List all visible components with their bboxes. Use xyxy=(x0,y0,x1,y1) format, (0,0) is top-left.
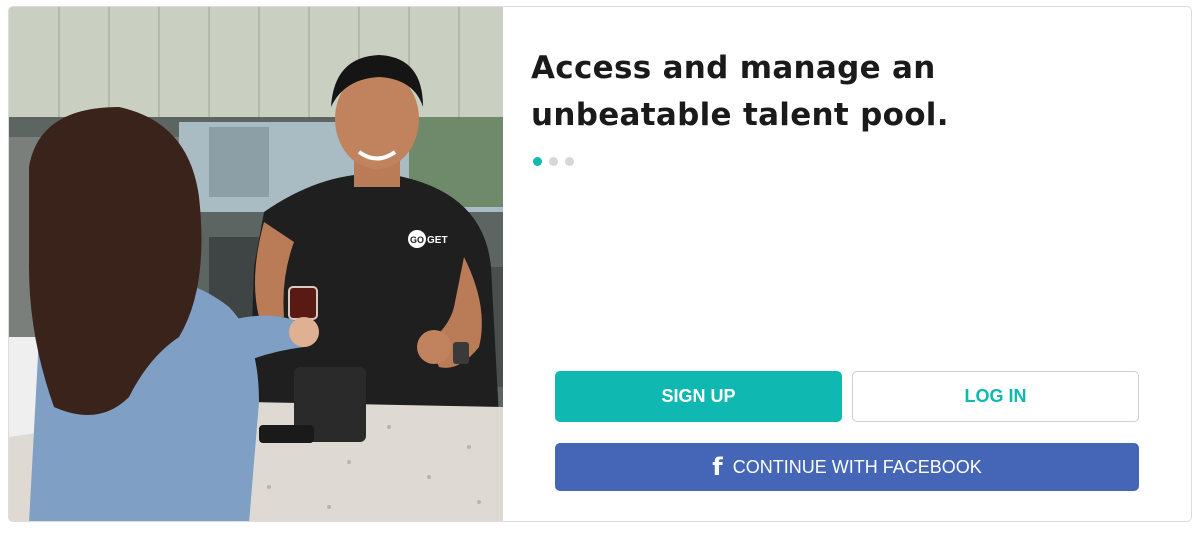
facebook-icon: f xyxy=(712,453,723,481)
headline: Access and manage an unbeatable talent p… xyxy=(531,50,949,133)
signup-label: SIGN UP xyxy=(661,386,736,406)
hero-photo: GO GET xyxy=(9,7,503,521)
login-label: LOG IN xyxy=(964,386,1027,406)
signup-button[interactable]: SIGN UP xyxy=(555,371,842,422)
login-button[interactable]: LOG IN xyxy=(852,371,1139,422)
svg-text:GO: GO xyxy=(410,235,424,245)
facebook-button[interactable]: f CONTINUE WITH FACEBOOK xyxy=(555,443,1139,491)
auth-panel: Access and manage an unbeatable talent p… xyxy=(503,7,1191,521)
barista-serving-customer-illustration: GO GET xyxy=(9,7,503,521)
carousel-dot-1[interactable] xyxy=(533,157,542,166)
facebook-label: CONTINUE WITH FACEBOOK xyxy=(732,456,982,477)
svg-text:GET: GET xyxy=(427,235,448,246)
carousel-indicator xyxy=(533,157,574,166)
carousel-dot-3[interactable] xyxy=(565,157,574,166)
onboarding-card: GO GET Access and manage an unbeatable t… xyxy=(8,6,1192,522)
carousel-dot-2[interactable] xyxy=(549,157,558,166)
